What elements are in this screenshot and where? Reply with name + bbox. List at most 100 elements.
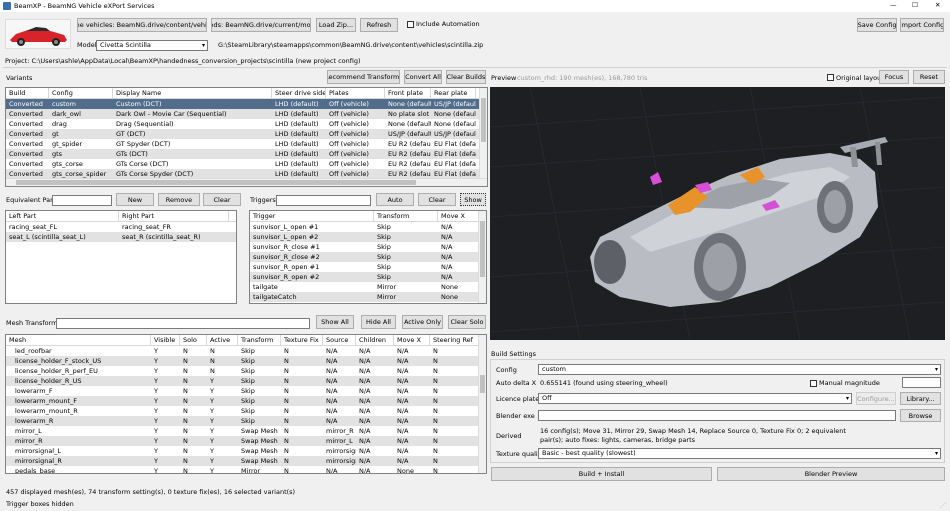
table-row[interactable]: Converted custom Custom (DCT) LHD (default)… (6, 99, 487, 109)
table-row[interactable]: mirror_R Y N Y Swap Mesh Nmirror_L N/A N/A N (6, 436, 486, 446)
table-row[interactable]: lowerarm_F Y N Y Skip N N/A N/A N/A N (6, 386, 486, 396)
preview-viewport[interactable] (490, 87, 945, 340)
scrollbar[interactable] (478, 335, 486, 473)
clear-button[interactable]: Clear (203, 193, 241, 206)
equivalent-parts-input[interactable] (52, 195, 112, 206)
convert-all-button[interactable]: Convert All (404, 70, 442, 84)
original-layout-checkbox[interactable] (827, 74, 834, 81)
refresh-button[interactable]: Refresh (360, 18, 398, 32)
splitter-handle[interactable] (240, 210, 246, 304)
column-header[interactable]: Front plate (385, 88, 431, 98)
column-header[interactable]: Right Part (119, 211, 229, 221)
table-row[interactable]: lowerarm_mount_R Y N Y Skip N N/A N/A N/A N (6, 406, 486, 416)
column-header[interactable]: Mesh (6, 335, 151, 345)
table-row[interactable]: Converted gts_corse GTs Corse (DCT) LHD (de… (6, 159, 487, 169)
column-header[interactable]: Transform (238, 335, 281, 345)
import-config-button[interactable]: Import Config (900, 18, 944, 32)
manual-magnitude-input[interactable] (902, 377, 941, 388)
table-row[interactable]: sunvisor_L_open #2 Skip N/A (250, 232, 486, 242)
resize-grip-icon[interactable]: ⋰ (940, 502, 946, 509)
column-header[interactable]: Move X (394, 335, 430, 345)
blender-preview-button[interactable]: Blender Preview (717, 467, 945, 481)
config-select[interactable]: custom ▾ (538, 364, 941, 375)
column-header[interactable]: Build (6, 88, 49, 98)
hide-all-button[interactable]: Hide All (361, 315, 396, 329)
column-header[interactable]: Config (49, 88, 113, 98)
table-row[interactable]: sunvisor_R_open #1 Skip N/A (250, 262, 486, 272)
column-header[interactable]: Move X (438, 211, 479, 221)
table-row[interactable]: lowerarm_mount_F Y N Y Skip N N/A N/A N/A N (6, 396, 486, 406)
table-row[interactable]: license_holder_R_US Y N Y Skip N N/A N/A N/A N (6, 376, 486, 386)
focus-button[interactable]: Focus (879, 70, 909, 84)
recommend-transforms-button[interactable]: Recommend Transforms (327, 70, 400, 84)
reset-button[interactable]: Reset (913, 70, 945, 84)
load-zip-button[interactable]: Load Zip... (316, 18, 356, 32)
new-button[interactable]: New (116, 193, 154, 206)
table-row[interactable]: Converted gt_spider GT Spyder (DCT) LHD (de… (6, 139, 487, 149)
table-row[interactable]: tailgateCatch Mirror None (250, 292, 486, 302)
column-header[interactable]: Children (356, 335, 394, 345)
column-header[interactable]: Texture Fix (281, 335, 323, 345)
equivalent-parts-table[interactable]: Left Part Right Part racing_seat_FL racin… (5, 210, 237, 304)
table-row[interactable]: mirrorsignal_LYNYSwap MeshNmirrorsignzN/… (6, 446, 486, 456)
game-vehicles-button[interactable]: Game vehicles: BeamNG.drive/content/vehi… (77, 18, 207, 32)
column-header[interactable]: Rear plate (431, 88, 476, 98)
table-row[interactable]: sunvisor_R_close #2 Skip N/A (250, 252, 486, 262)
configure-button[interactable]: Configure... (856, 392, 896, 405)
model-select[interactable]: Civetta Scintilla ▾ (96, 40, 208, 51)
column-header[interactable]: Steer drive side (272, 88, 326, 98)
table-row[interactable]: led_roofbar Y N N Skip N N/A N/A N/A N (6, 346, 486, 356)
active-only-button[interactable]: Active Only (402, 315, 443, 329)
licence-plates-select[interactable]: Off ▾ (538, 393, 852, 404)
manual-magnitude-checkbox[interactable] (810, 380, 817, 387)
include-automation-checkbox[interactable] (407, 21, 414, 28)
table-row[interactable]: Converted gts GTs (DCT) LHD (default) Off (v… (6, 149, 487, 159)
table-row[interactable]: racing_seat_FL racing_seat_FR (6, 222, 236, 232)
texture-quality-select[interactable]: Basic - best quality (slowest) ▾ (538, 448, 941, 459)
variants-table[interactable]: Build Config Display Name Steer drive si… (5, 87, 488, 187)
column-header[interactable]: Steering Ref (430, 335, 480, 345)
column-header[interactable]: Source (323, 335, 356, 345)
triggers-table[interactable]: Trigger Transform Move X sunvisor_L_open… (249, 210, 487, 304)
table-row[interactable]: sunvisor_R_close #1 Skip N/A (250, 242, 486, 252)
browse-button[interactable]: Browse (900, 409, 941, 422)
clear-solo-button[interactable]: Clear Solo (448, 315, 486, 329)
scrollbar[interactable] (478, 211, 486, 303)
table-row[interactable]: mirror_L Y N Y Swap Mesh Nmirror_R N/A N/A N (6, 426, 486, 436)
column-header[interactable]: Solo (180, 335, 207, 345)
build-install-button[interactable]: Build + Install (491, 467, 712, 481)
table-row[interactable]: license_holder_F_stock_US Y N N Skip N N/A N/A N… (6, 356, 486, 366)
save-config-button[interactable]: Save Config (857, 18, 897, 32)
table-row[interactable]: lowerarm_R Y N Y Skip N N/A N/A N/A N (6, 416, 486, 426)
clear-triggers-button[interactable]: Clear (418, 193, 456, 206)
column-header[interactable]: Visible (151, 335, 180, 345)
scrollbar[interactable] (6, 178, 487, 186)
triggers-input[interactable] (276, 195, 371, 206)
table-row[interactable]: sunvisor_R_open #2 Skip N/A (250, 272, 486, 282)
table-row[interactable]: tailgate Mirror None (250, 282, 486, 292)
column-header[interactable]: Trigger (250, 211, 374, 221)
scrollbar[interactable] (479, 88, 487, 178)
maximize-icon[interactable]: ☐ (912, 1, 918, 10)
table-row[interactable]: Converted gt GT (DCT) LHD (default) Off (veh… (6, 129, 487, 139)
table-row[interactable]: license_holder_R_perf_EU Y N N Skip N N/A N/A N/… (6, 366, 486, 376)
auto-button[interactable]: Auto (376, 193, 414, 206)
table-row[interactable]: Converted dark_owl Dark Owl - Movie Car (S… (6, 109, 487, 119)
table-row[interactable]: pedals_base Y N Y Mirror N N/A N/A None N (6, 466, 486, 473)
column-header[interactable]: Transform (374, 211, 438, 221)
show-all-button[interactable]: Show All (316, 315, 354, 329)
close-icon[interactable]: ✕ (935, 1, 940, 10)
blender-exe-input[interactable] (538, 410, 896, 421)
mesh-filter-input[interactable] (56, 318, 310, 329)
minimize-icon[interactable]: — (890, 1, 897, 10)
column-header[interactable]: Left Part (6, 211, 119, 221)
table-row[interactable]: sunvisor_L_open #1 Skip N/A (250, 222, 486, 232)
column-header[interactable]: Active (207, 335, 238, 345)
remove-button[interactable]: Remove (158, 193, 200, 206)
library-button[interactable]: Library... (900, 392, 941, 405)
table-row[interactable]: seat_L (scintilla_seat_L) seat_R (scintil… (6, 232, 236, 242)
show-triggers-button[interactable]: Show (460, 193, 486, 206)
table-row[interactable]: mirrorsignal_RYNYSwap MeshNmirrorsignzN/… (6, 456, 486, 466)
mesh-table[interactable]: Mesh Visible Solo Active Transform Textu… (5, 334, 487, 474)
table-row[interactable]: Converted drag Drag (Sequential) LHD (defau… (6, 119, 487, 129)
